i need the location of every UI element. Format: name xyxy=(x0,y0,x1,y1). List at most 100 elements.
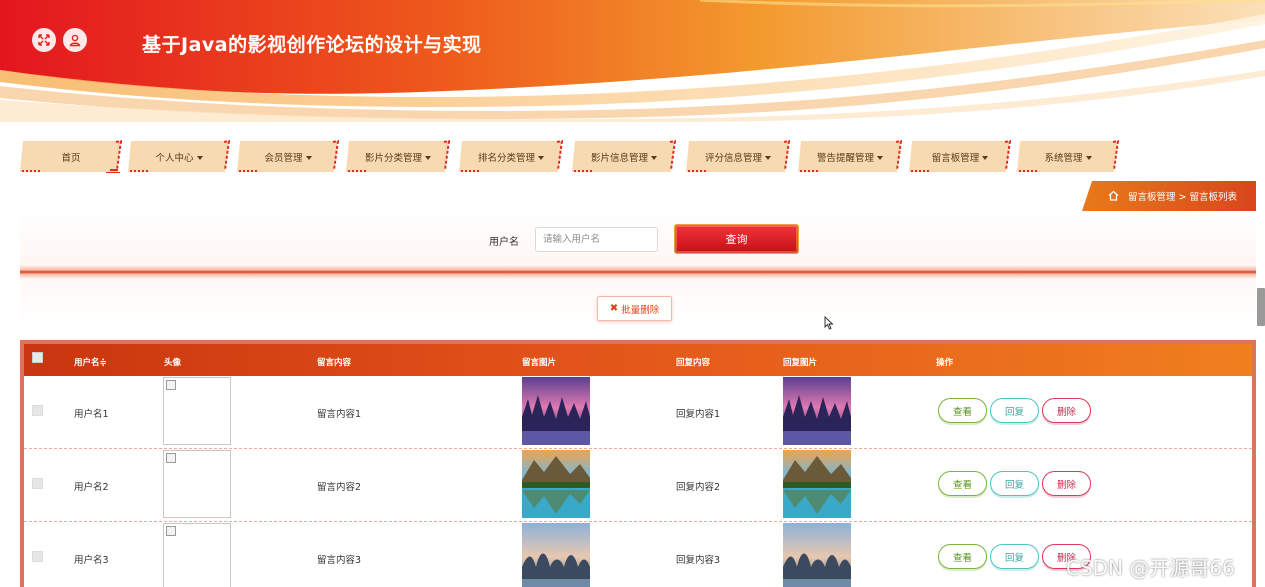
mouse-cursor-icon xyxy=(824,316,834,330)
nav-item-film-category[interactable]: 影片分类管理 xyxy=(346,140,450,173)
broken-image-icon xyxy=(166,380,176,390)
column-header-actions: 操作 xyxy=(936,358,954,368)
nav-label: 影片信息管理 xyxy=(590,152,648,164)
table-row: 用户名1 留言内容1 回复内容1 查看 回复 删除 xyxy=(24,376,1252,449)
column-header-reply: 回复内容 xyxy=(676,358,711,368)
fullscreen-icon xyxy=(38,34,50,46)
row-checkbox[interactable] xyxy=(32,551,43,562)
caret-down-icon xyxy=(425,156,431,160)
nav-item-system-management[interactable]: 系统管理 xyxy=(1017,140,1119,173)
mountain-lake-image xyxy=(783,450,851,518)
row-checkbox[interactable] xyxy=(32,478,43,489)
caret-down-icon xyxy=(877,156,883,160)
nav-label: 首页 xyxy=(61,152,81,164)
reply-image-thumbnail[interactable] xyxy=(783,377,851,445)
nav-item-film-info[interactable]: 影片信息管理 xyxy=(572,140,676,173)
column-header-reply-image: 回复图片 xyxy=(783,358,818,368)
select-all-checkbox[interactable] xyxy=(32,352,43,363)
mountain-lake-image xyxy=(522,450,590,518)
nav-item-ranking-category[interactable]: 排名分类管理 xyxy=(459,140,563,173)
delete-button[interactable]: 删除 xyxy=(1042,398,1091,423)
breadcrumb-text: 留言板管理 > 留言板列表 xyxy=(1128,192,1237,203)
cell-username: 用户名3 xyxy=(74,555,109,566)
purple-sky-forest-image xyxy=(783,377,851,445)
nav-item-member-management[interactable]: 会员管理 xyxy=(237,140,339,173)
nav-label: 系统管理 xyxy=(1044,152,1083,164)
column-header-avatar: 头像 xyxy=(164,358,182,368)
cell-username: 用户名1 xyxy=(74,409,109,420)
caret-down-icon xyxy=(196,156,203,160)
delete-button[interactable]: 删除 xyxy=(1042,471,1091,496)
caret-down-icon xyxy=(765,156,771,160)
column-header-message-image: 留言图片 xyxy=(522,358,557,368)
cell-content: 留言内容1 xyxy=(317,409,362,420)
column-header-username[interactable]: 用户名≑ xyxy=(74,356,107,368)
message-image-thumbnail[interactable] xyxy=(522,377,590,445)
cell-content: 留言内容2 xyxy=(317,482,362,493)
scrollbar-thumb[interactable] xyxy=(1257,288,1265,326)
caret-down-icon xyxy=(1085,156,1092,160)
nav-label: 留言板管理 xyxy=(931,152,980,164)
nav-label: 影片分类管理 xyxy=(364,152,422,164)
purple-sky-forest-image xyxy=(522,377,590,445)
nav-label: 评分信息管理 xyxy=(704,152,762,164)
nav-label: 排名分类管理 xyxy=(477,152,535,164)
broken-image-icon xyxy=(166,453,176,463)
nav-item-personal-center[interactable]: 个人中心 xyxy=(128,140,230,173)
message-image-thumbnail[interactable] xyxy=(522,450,590,518)
nav-item-rating-info[interactable]: 评分信息管理 xyxy=(686,140,790,173)
cell-reply: 回复内容1 xyxy=(676,409,721,420)
page-title: 基于Java的影视创作论坛的设计与实现 xyxy=(142,34,482,56)
cell-reply: 回复内容2 xyxy=(676,482,721,493)
view-button[interactable]: 查看 xyxy=(938,471,987,496)
column-header-content: 留言内容 xyxy=(317,358,352,368)
user-button[interactable] xyxy=(63,28,87,52)
watermark: CSDN @开源哥66 xyxy=(1066,556,1235,580)
nav-label: 个人中心 xyxy=(155,152,194,164)
cell-content: 留言内容3 xyxy=(317,555,362,566)
avatar xyxy=(163,450,231,518)
header-banner: 基于Java的影视创作论坛的设计与实现 xyxy=(0,0,1265,122)
row-checkbox[interactable] xyxy=(32,405,43,416)
message-image-thumbnail[interactable] xyxy=(522,523,590,587)
nav-item-home[interactable]: 首页 xyxy=(20,140,122,173)
reply-image-thumbnail[interactable] xyxy=(783,523,851,587)
view-button[interactable]: 查看 xyxy=(938,544,987,569)
karst-hills-image xyxy=(783,523,851,587)
nav-item-warning-reminder[interactable]: 警告提醒管理 xyxy=(798,140,902,173)
reply-button[interactable]: 回复 xyxy=(990,398,1039,423)
nav-item-message-board[interactable]: 留言板管理 xyxy=(909,140,1011,173)
breadcrumb: 留言板管理 > 留言板列表 xyxy=(1082,181,1256,211)
main-nav: 首页 个人中心 会员管理 影片分类管理 排名分类管理 影片信息管理 评分信息管理 xyxy=(20,140,1130,174)
nav-label: 会员管理 xyxy=(264,152,303,164)
view-button[interactable]: 查看 xyxy=(938,398,987,423)
cell-username: 用户名2 xyxy=(74,482,109,493)
caret-down-icon xyxy=(651,156,657,160)
user-icon xyxy=(69,34,81,47)
search-button[interactable]: 查询 xyxy=(674,224,799,254)
x-icon: ✖ xyxy=(609,303,619,314)
search-label: 用户名 xyxy=(489,237,519,248)
table-header: 用户名≑ 头像 留言内容 留言图片 回复内容 回复图片 操作 xyxy=(24,344,1252,376)
home-icon xyxy=(1108,190,1119,201)
caret-down-icon xyxy=(305,156,312,160)
caret-down-icon xyxy=(982,156,989,160)
reply-button[interactable]: 回复 xyxy=(990,471,1039,496)
avatar xyxy=(163,523,231,587)
caret-down-icon xyxy=(538,156,544,160)
reply-button[interactable]: 回复 xyxy=(990,544,1039,569)
header-background xyxy=(0,0,1265,122)
nav-label: 警告提醒管理 xyxy=(816,152,874,164)
karst-hills-image xyxy=(522,523,590,587)
message-table: 用户名≑ 头像 留言内容 留言图片 回复内容 回复图片 操作 用户名1 留言内容… xyxy=(20,340,1256,587)
table-row: 用户名2 留言内容2 回复内容2 查看 回复 删除 xyxy=(24,449,1252,522)
broken-image-icon xyxy=(166,526,176,536)
reply-image-thumbnail[interactable] xyxy=(783,450,851,518)
username-search-input[interactable] xyxy=(535,227,658,252)
batch-delete-button[interactable]: ✖ 批量删除 xyxy=(597,296,672,321)
page: 基于Java的影视创作论坛的设计与实现 首页 个人中心 会员管理 影片分类管理 … xyxy=(0,0,1265,587)
avatar xyxy=(163,377,231,445)
cell-reply: 回复内容3 xyxy=(676,555,721,566)
decorative-divider xyxy=(20,265,1256,279)
fullscreen-button[interactable] xyxy=(32,28,56,52)
